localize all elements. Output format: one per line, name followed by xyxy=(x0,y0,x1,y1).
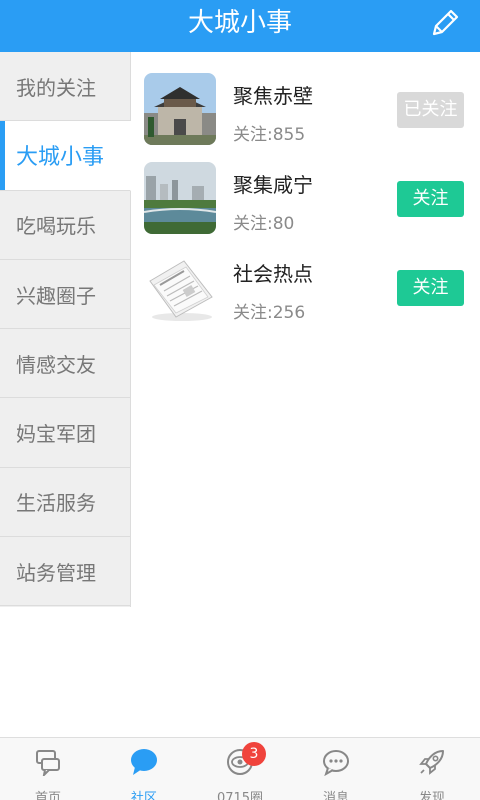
forum-list: 聚焦赤壁 关注:855 已关注 聚集咸宁 关注:80 关注 社会热点 关注:25… xyxy=(132,52,480,323)
home-chat-icon xyxy=(36,750,60,776)
sidebar-item-dating[interactable]: 情感交友 xyxy=(0,329,130,399)
tab-community[interactable]: 社区 xyxy=(96,738,192,800)
sidebar-item-my-follows[interactable]: 我的关注 xyxy=(0,52,130,122)
sidebar-item-site-admin[interactable]: 站务管理 xyxy=(0,537,130,607)
forum-title: 聚集咸宁 xyxy=(233,173,313,197)
tab-label: 社区 xyxy=(130,791,157,800)
message-dots-icon xyxy=(323,750,349,776)
tab-label: 0715圈 xyxy=(216,791,264,800)
followed-button[interactable]: 已关注 xyxy=(397,92,464,128)
sidebar-item-city-stories[interactable]: 大城小事 xyxy=(0,121,131,191)
forum-title: 聚焦赤壁 xyxy=(233,84,313,108)
tab-label: 消息 xyxy=(322,791,349,800)
city-river-photo xyxy=(144,162,216,234)
sidebar-item-moms[interactable]: 妈宝军团 xyxy=(0,398,130,468)
follower-count: 关注:256 xyxy=(233,303,306,323)
city-gate-photo xyxy=(144,73,216,145)
tab-home[interactable]: 首页 xyxy=(0,738,96,800)
list-item[interactable]: 聚焦赤壁 关注:855 已关注 xyxy=(132,52,480,145)
tab-label: 发现 xyxy=(418,791,445,800)
tab-discover[interactable]: 发现 xyxy=(384,738,480,800)
tab-0715-circle[interactable]: 3 0715圈 xyxy=(192,738,288,800)
speech-bubble-icon xyxy=(131,749,157,775)
category-sidebar: 我的关注 大城小事 吃喝玩乐 兴趣圈子 情感交友 妈宝军团 生活服务 站务管理 xyxy=(0,52,131,607)
pencil-icon[interactable] xyxy=(428,6,462,40)
follow-button[interactable]: 关注 xyxy=(397,270,464,306)
tab-label: 首页 xyxy=(34,791,61,800)
notification-badge: 3 xyxy=(242,742,266,766)
sidebar-item-life-services[interactable]: 生活服务 xyxy=(0,468,130,538)
forum-title: 社会热点 xyxy=(233,262,313,286)
follow-button[interactable]: 关注 xyxy=(397,181,464,217)
tab-messages[interactable]: 消息 xyxy=(288,738,384,800)
top-bar: 大城小事 xyxy=(0,0,480,52)
sidebar-item-interest-circles[interactable]: 兴趣圈子 xyxy=(0,260,130,330)
rocket-icon xyxy=(419,750,444,775)
list-item[interactable]: 社会热点 关注:256 关注 xyxy=(132,230,480,323)
list-item[interactable]: 聚集咸宁 关注:80 关注 xyxy=(132,141,480,234)
page-title: 大城小事 xyxy=(187,8,292,38)
sidebar-item-food-fun[interactable]: 吃喝玩乐 xyxy=(0,191,130,260)
newspaper-icon xyxy=(144,251,216,323)
bottom-tab-bar: 首页 社区 3 0715圈 消息 发现 xyxy=(0,737,480,800)
